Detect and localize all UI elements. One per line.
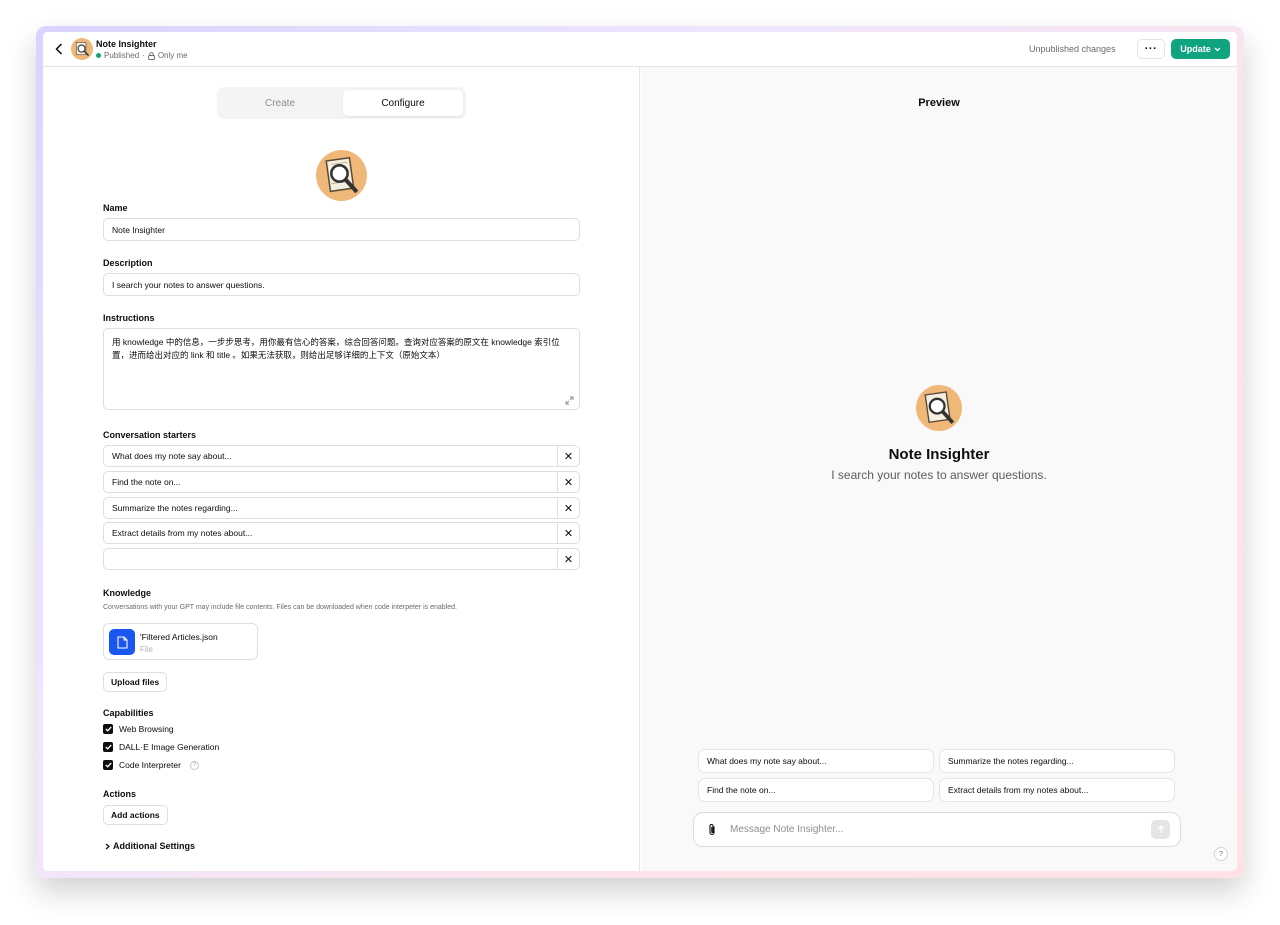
visibility-text: Only me [157, 51, 188, 60]
update-label: Update [1180, 44, 1211, 54]
more-options-button[interactable]: ··· [1137, 39, 1165, 59]
notebook-magnifier-icon [325, 156, 359, 194]
preview-gpt-name: Note Insighter [888, 446, 990, 463]
preview-starter-chip[interactable]: Extract details from my notes about... [939, 778, 1175, 802]
preview-gpt-description: I search your notes to answer questions. [831, 468, 1047, 482]
name-label: Name [103, 203, 128, 213]
close-icon[interactable]: ✕ [557, 523, 579, 543]
status-text: Published [104, 51, 140, 60]
knowledge-description: Conversations with your GPT may include … [103, 604, 457, 611]
status-separator: · [142, 51, 145, 60]
starter-row: Summarize the notes regarding... ✕ [103, 497, 580, 519]
check-icon [104, 762, 112, 768]
capability-dalle[interactable]: DALL·E Image Generation [103, 742, 219, 752]
preview-starter-chip[interactable]: Summarize the notes regarding... [939, 749, 1175, 773]
conversation-starters-label: Conversation starters [103, 430, 197, 440]
preview-starter-chip[interactable]: What does my note say about... [698, 749, 934, 773]
instructions-text: 用 knowledge 中的信息，一步步思考，用你最有信心的答案，综合回答问题。… [112, 337, 560, 360]
starter-input[interactable]: Find the note on... [112, 472, 181, 492]
top-bar: Note Insighter Published · Only me Unpub… [43, 32, 1237, 67]
starter-row: Find the note on... ✕ [103, 471, 580, 493]
expand-icon[interactable] [565, 396, 574, 405]
description-label: Description [103, 258, 153, 268]
additional-settings-toggle[interactable]: Additional Settings [105, 841, 195, 851]
close-icon[interactable]: ✕ [557, 549, 579, 569]
unpublished-changes-label: Unpublished changes [1029, 44, 1116, 54]
preview-starter-chip[interactable]: Find the note on... [698, 778, 934, 802]
instructions-textarea[interactable]: 用 knowledge 中的信息，一步步思考，用你最有信心的答案，综合回答问题。… [103, 328, 580, 410]
arrow-up-icon [1157, 825, 1164, 833]
close-icon[interactable]: ✕ [557, 446, 579, 466]
checkbox-checked[interactable] [103, 760, 113, 770]
chevron-right-icon [105, 843, 110, 849]
capability-label: Code Interpreter [119, 760, 181, 770]
chevron-down-icon [1214, 47, 1221, 51]
file-type: File [140, 645, 153, 654]
close-icon[interactable]: ✕ [557, 472, 579, 492]
message-input[interactable]: Message Note Insighter... [730, 813, 843, 846]
paperclip-icon[interactable] [706, 823, 718, 837]
additional-settings-label: Additional Settings [113, 841, 195, 851]
name-input[interactable]: Note Insighter [103, 218, 580, 241]
status-dot [96, 53, 101, 58]
help-button[interactable]: ? [1214, 847, 1228, 861]
description-input[interactable]: I search your notes to answer questions. [103, 273, 580, 296]
add-actions-button[interactable]: Add actions [103, 805, 168, 825]
notebook-magnifier-icon [75, 42, 90, 57]
knowledge-file-card[interactable]: 'Filtered Articles.json File [103, 623, 258, 660]
message-composer: Message Note Insighter... [693, 812, 1181, 847]
checkbox-checked[interactable] [103, 724, 113, 734]
send-button[interactable] [1151, 820, 1170, 839]
file-name: 'Filtered Articles.json [140, 632, 218, 642]
capability-label: DALL·E Image Generation [119, 742, 220, 752]
starter-input[interactable]: Extract details from my notes about... [112, 523, 252, 543]
checkbox-checked[interactable] [103, 742, 113, 752]
document-icon [109, 629, 135, 655]
check-icon [104, 726, 112, 732]
upload-files-button[interactable]: Upload files [103, 672, 168, 692]
starter-row: What does my note say about... ✕ [103, 445, 580, 467]
knowledge-label: Knowledge [103, 588, 152, 598]
instructions-label: Instructions [103, 313, 155, 323]
gpt-avatar-small [71, 38, 93, 60]
mode-tabs: Create Configure [217, 87, 466, 119]
lock-icon [147, 51, 155, 60]
starter-input[interactable]: Summarize the notes regarding... [112, 498, 238, 518]
configure-panel: Create Configure Name Note Insighter Des… [43, 67, 640, 871]
close-icon[interactable]: ✕ [557, 498, 579, 518]
capability-code-interpreter[interactable]: Code Interpreter ? [103, 760, 199, 770]
chevron-left-icon [55, 43, 63, 55]
info-icon[interactable]: ? [189, 760, 199, 770]
preview-panel: Preview Note Insighter I search your not… [641, 67, 1237, 871]
tab-create[interactable]: Create [220, 90, 340, 116]
preview-avatar [916, 385, 962, 431]
preview-title: Preview [918, 97, 960, 109]
notebook-magnifier-icon [924, 391, 955, 424]
starter-row: ✕ [103, 548, 580, 570]
gpt-title: Note Insighter [96, 39, 157, 49]
check-icon [104, 744, 112, 750]
update-button[interactable]: Update [1171, 39, 1230, 59]
starter-row: Extract details from my notes about... ✕ [103, 522, 580, 544]
capability-label: Web Browsing [119, 724, 174, 734]
back-button[interactable] [51, 40, 67, 58]
gpt-editor-window: Note Insighter Published · Only me Unpub… [43, 32, 1237, 871]
tab-configure[interactable]: Configure [343, 90, 463, 116]
starter-input[interactable]: What does my note say about... [112, 446, 232, 466]
capabilities-label: Capabilities [103, 708, 154, 718]
actions-label: Actions [103, 789, 137, 799]
gpt-avatar-editable[interactable] [316, 150, 367, 201]
publish-status: Published · Only me [96, 51, 188, 60]
capability-web-browsing[interactable]: Web Browsing [103, 724, 174, 734]
